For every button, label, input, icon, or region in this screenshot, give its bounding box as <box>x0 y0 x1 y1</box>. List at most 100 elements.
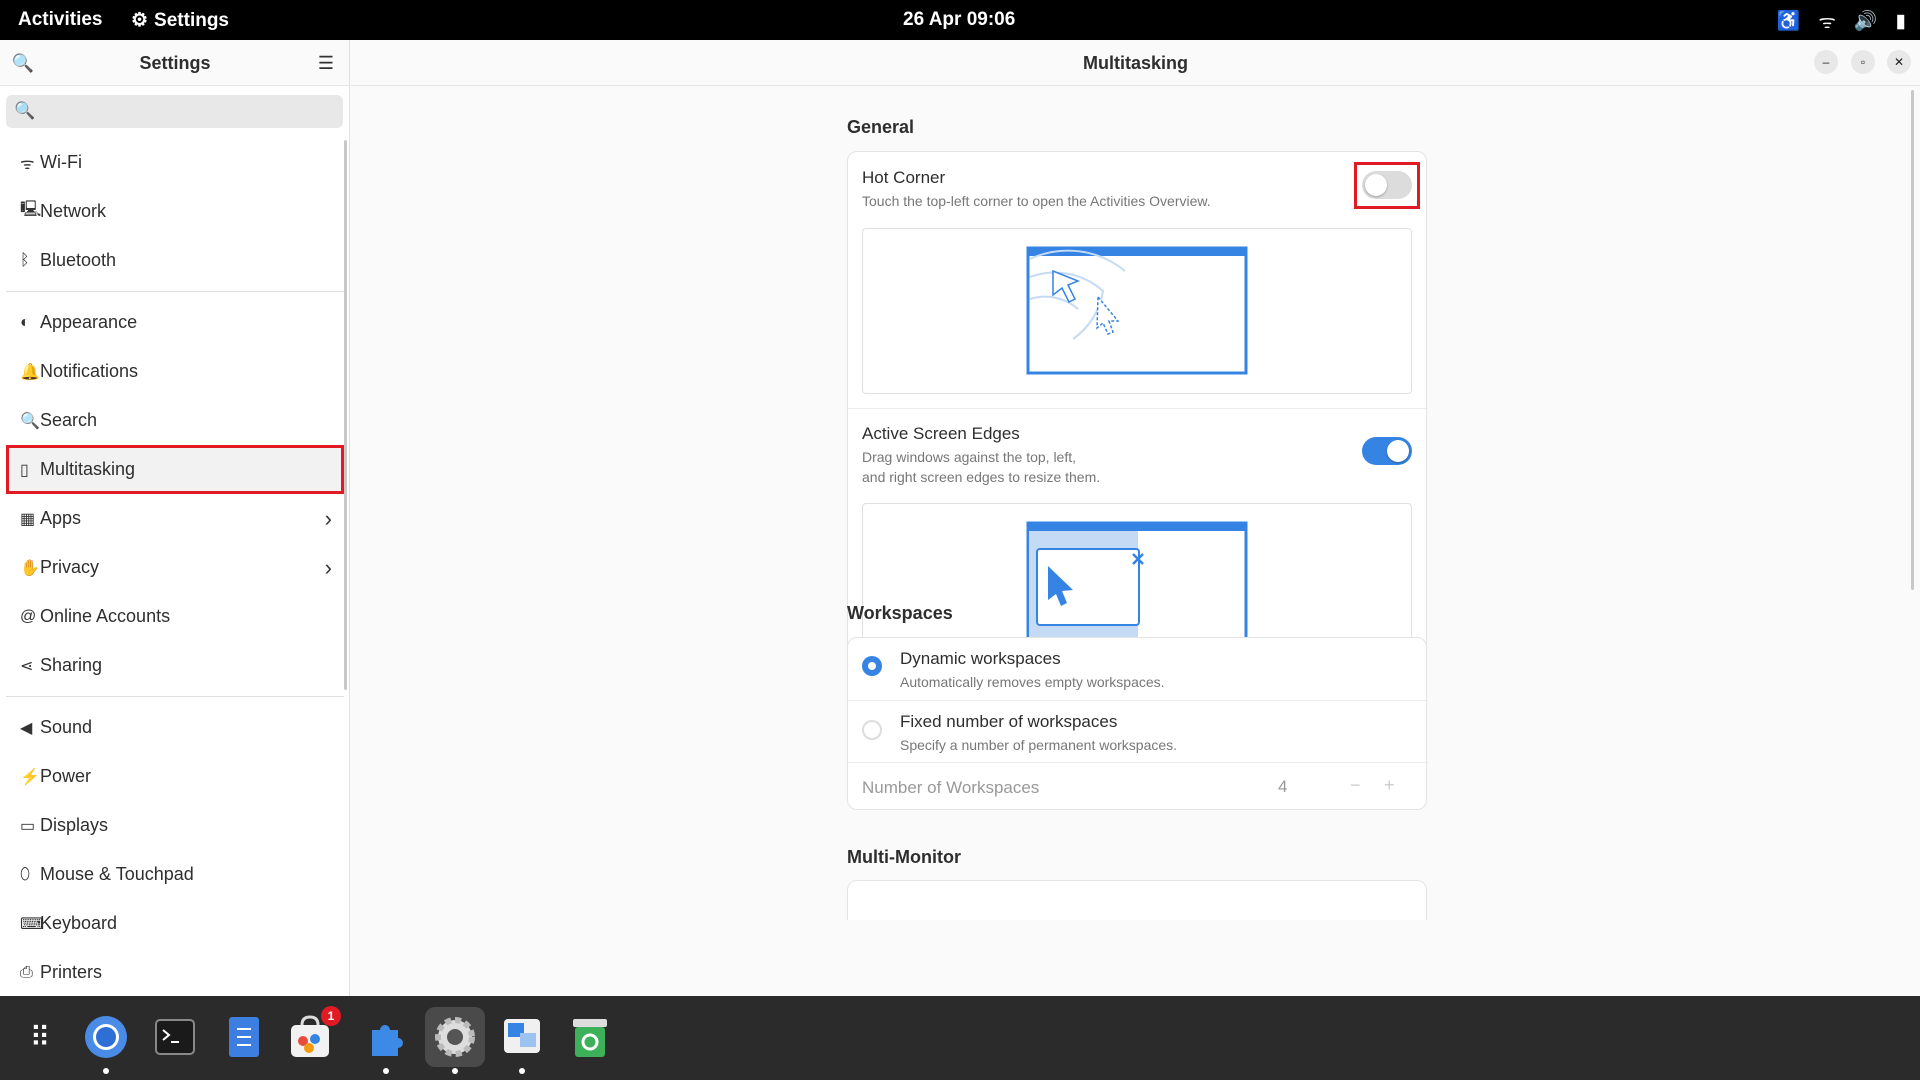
bell-icon: 🔔 <box>20 363 40 381</box>
sidebar-item-bluetooth[interactable]: ᛒ Bluetooth <box>6 236 344 285</box>
hand-icon: ✋ <box>20 559 40 577</box>
clock[interactable]: 26 Apr 09:06 <box>903 9 1015 31</box>
gear-icon: ⚙ <box>131 10 149 31</box>
sidebar-item-wi-fi[interactable]: ᯤ Wi-Fi <box>6 138 344 187</box>
running-indicator <box>519 1068 525 1074</box>
sidebar-item-online-accounts[interactable]: @ Online Accounts <box>6 592 344 641</box>
sidebar-item-appearance[interactable]: ◐ Appearance <box>6 298 344 347</box>
workspaces-card: Dynamic workspaces Automatically removes… <box>847 637 1428 810</box>
extensions-icon[interactable] <box>362 1012 412 1062</box>
sidebar-item-label: Search <box>40 410 98 430</box>
speaker-icon: ◀ <box>20 719 33 737</box>
main-header: Multitasking – ▫ ✕ <box>351 40 1920 86</box>
sidebar-item-label: Bluetooth <box>40 250 117 270</box>
close-button[interactable]: ✕ <box>1887 50 1911 74</box>
decrement-button[interactable]: − <box>1350 775 1361 796</box>
sidebar-item-sound[interactable]: ◀ Sound <box>6 703 344 752</box>
sidebar-item-multitasking[interactable]: ▯ Multitasking <box>6 445 344 494</box>
chromium-icon[interactable] <box>81 1012 131 1062</box>
trash-svg <box>573 1019 607 1057</box>
active-edges-title: Active Screen Edges <box>862 424 1020 443</box>
sidebar-item-label: Displays <box>40 815 109 835</box>
workspaces-heading: Workspaces <box>847 603 953 623</box>
maximize-icon: ▫ <box>1860 55 1866 69</box>
menu-button[interactable]: ☰ <box>311 48 341 78</box>
number-of-workspaces-label: Number of Workspaces <box>862 778 1040 797</box>
sidebar-item-label: Mouse & Touchpad <box>40 864 194 884</box>
battery-icon[interactable]: ▮ <box>1896 10 1906 33</box>
system-tray[interactable]: ♿ ᯤ 🔊 ▮ <box>1777 8 1906 34</box>
main-scrollbar[interactable] <box>1911 90 1914 590</box>
hot-corner-switch[interactable] <box>1362 171 1412 199</box>
app-grid-icon[interactable]: ⠿ <box>15 1012 65 1062</box>
number-of-workspaces-value[interactable]: 4 <box>1278 777 1287 797</box>
sidebar-item-label: Appearance <box>40 312 138 332</box>
sidebar: 🔍 Settings ☰ 🔍 ᯤ Wi-Fi 🖳 Network ᛒ Bluetooth ◐… <box>0 40 350 996</box>
sidebar-item-label: Sharing <box>40 655 103 675</box>
search-icon: 🔍 <box>14 101 36 120</box>
sidebar-item-sharing[interactable]: ⋖ Sharing <box>6 641 344 690</box>
sidebar-item-label: Online Accounts <box>40 606 171 626</box>
running-indicator <box>103 1068 109 1074</box>
activities-button[interactable]: Activities <box>18 9 102 31</box>
sidebar-item-displays[interactable]: ▭ Displays <box>6 801 344 850</box>
at-icon: @ <box>20 607 37 625</box>
chevron-right-icon: › <box>324 505 332 531</box>
sidebar-item-keyboard[interactable]: ⌨ Keyboard <box>6 899 344 948</box>
search-field[interactable]: 🔍 <box>6 95 343 128</box>
settings-svg <box>435 1017 475 1057</box>
main-panel: Multitasking – ▫ ✕ General Hot Corner To… <box>351 40 1920 996</box>
sidebar-item-network[interactable]: 🖳 Network <box>6 187 344 236</box>
hot-corner-illustration <box>862 228 1412 394</box>
software-store-icon[interactable]: 1 <box>285 1006 341 1062</box>
sidebar-item-printers[interactable]: ⎙ Printers <box>6 948 344 997</box>
text-editor-icon[interactable] <box>218 1012 268 1062</box>
search-input[interactable] <box>40 99 330 124</box>
printer-icon: ⎙ <box>20 963 33 981</box>
extensions-svg <box>372 1025 403 1056</box>
accessibility-icon[interactable]: ♿ <box>1777 9 1801 33</box>
sidebar-item-privacy[interactable]: ✋ Privacy › <box>6 543 344 592</box>
active-edges-switch[interactable] <box>1362 437 1412 465</box>
increment-button[interactable]: + <box>1384 775 1395 796</box>
settings-icon[interactable] <box>425 1007 485 1067</box>
sidebar-item-mouse-touchpad[interactable]: ⬯ Mouse & Touchpad <box>6 850 344 899</box>
remote-desktop-icon[interactable] <box>497 1012 547 1062</box>
hot-corner-subtitle: Touch the top-left corner to open the Ac… <box>862 193 1211 209</box>
multi-monitor-card <box>847 880 1427 920</box>
search-icon: 🔍 <box>20 412 40 430</box>
mouse-icon: ⬯ <box>20 865 31 883</box>
minimize-button[interactable]: – <box>1814 50 1838 74</box>
minimize-icon: – <box>1822 55 1830 69</box>
running-indicator <box>383 1068 389 1074</box>
fixed-workspaces-subtitle: Specify a number of permanent workspaces… <box>900 737 1178 753</box>
sidebar-scrollbar[interactable] <box>344 140 347 690</box>
sidebar-item-label: Sound <box>40 717 93 737</box>
dynamic-workspaces-radio[interactable] <box>862 656 882 676</box>
row-divider <box>848 408 1428 409</box>
terminal-icon[interactable] <box>150 1012 200 1062</box>
running-indicator <box>452 1068 458 1074</box>
close-icon: ✕ <box>1893 55 1905 69</box>
sidebar-item-search[interactable]: 🔍 Search <box>6 396 344 445</box>
volume-icon[interactable]: 🔊 <box>1854 9 1878 33</box>
wifi-icon[interactable]: ᯤ <box>1819 8 1836 34</box>
sidebar-item-label: Multitasking <box>40 459 136 479</box>
keyboard-icon: ⌨ <box>20 915 44 933</box>
sidebar-item-power[interactable]: ⚡ Power <box>6 752 344 801</box>
trash-icon[interactable] <box>565 1012 615 1062</box>
app-menu[interactable]: ⚙ Settings <box>131 9 229 32</box>
row-divider <box>848 700 1428 701</box>
maximize-button[interactable]: ▫ <box>1851 50 1875 74</box>
sidebar-separator <box>6 696 344 697</box>
sidebar-header: 🔍 Settings ☰ <box>0 40 349 86</box>
dock: ⠿ 1 <box>0 996 1920 1080</box>
sidebar-item-apps[interactable]: ▦ Apps › <box>6 494 344 543</box>
switch-knob <box>1365 174 1387 196</box>
power-icon: ⚡ <box>20 768 40 786</box>
fixed-workspaces-radio[interactable] <box>862 720 882 740</box>
display-icon: ▭ <box>20 817 36 835</box>
sidebar-item-notifications[interactable]: 🔔 Notifications <box>6 347 344 396</box>
dynamic-workspaces-subtitle: Automatically removes empty workspaces. <box>900 674 1165 690</box>
sidebar-item-label: Notifications <box>40 361 139 381</box>
